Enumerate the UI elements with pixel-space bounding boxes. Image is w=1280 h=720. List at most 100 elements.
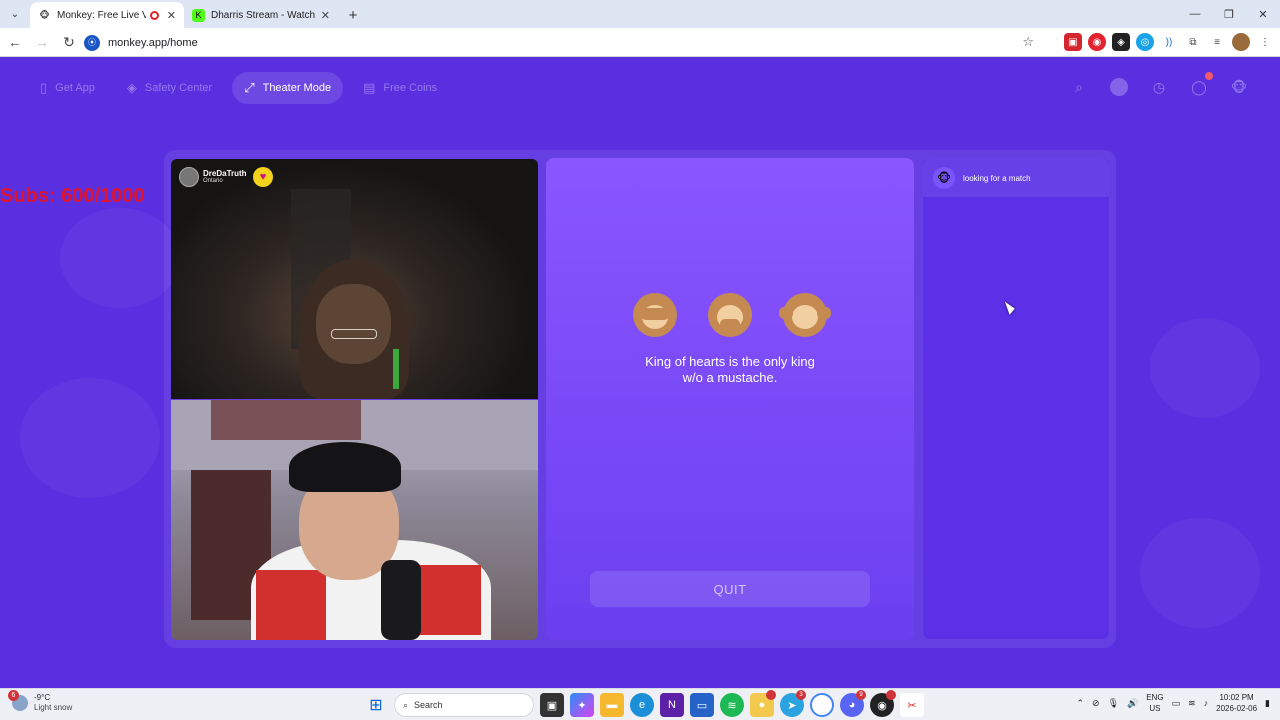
- kick-favicon-icon: K: [192, 8, 205, 22]
- quit-button[interactable]: QUIT: [590, 571, 870, 607]
- discord-icon[interactable]: ◕ 9: [840, 690, 866, 717]
- site-info-icon[interactable]: ⦿: [84, 34, 100, 51]
- taskbar-apps: ⊞ ⌕ Search ▣ ✦ ▬ e N ▭ ≋ ● ➤ 3 ◕ 9 ◉ ✂: [364, 690, 924, 717]
- face-shape: [316, 284, 391, 364]
- tab-dharris-stream[interactable]: K Dharris Stream - Watch Live on ✕: [184, 2, 338, 28]
- obs-icon[interactable]: ◉: [870, 690, 896, 717]
- menu-dots-icon[interactable]: ⋮: [1256, 33, 1274, 51]
- taskbar-search[interactable]: ⌕ Search: [394, 693, 534, 717]
- extensions-bar: ▣ ◉ ◈ ◎ )) ⧉ ≡ ⋮: [1064, 33, 1274, 51]
- shield-icon: ◈: [126, 80, 137, 95]
- task-view-icon[interactable]: ▣: [540, 693, 564, 717]
- close-tab-icon[interactable]: ✕: [167, 9, 176, 22]
- background-blob: [1140, 518, 1260, 628]
- monkey-emojis: [546, 293, 914, 347]
- extension-red-icon[interactable]: ▣: [1064, 33, 1082, 51]
- history-icon[interactable]: ◷: [1148, 76, 1170, 98]
- heart-icon[interactable]: ♥: [253, 167, 273, 187]
- match-status-text: looking for a match: [963, 173, 1031, 183]
- clock[interactable]: 10:02 PM 2026-02-06: [1216, 692, 1257, 714]
- app-yellow-icon[interactable]: ●: [750, 690, 776, 717]
- display-icon[interactable]: ▭: [1172, 698, 1181, 709]
- notification-badge: [886, 690, 896, 700]
- windows-start-icon[interactable]: ⊞: [364, 693, 388, 717]
- lang-line: ENG: [1146, 693, 1164, 702]
- profile-avatar[interactable]: [1232, 33, 1250, 51]
- extension-audio-icon[interactable]: )): [1160, 33, 1178, 51]
- edge-icon[interactable]: e: [630, 693, 654, 717]
- notification-badge: 3: [796, 690, 806, 700]
- new-tab-button[interactable]: +: [342, 4, 364, 26]
- jersey-red-stripe: [256, 570, 326, 640]
- tab-title: Monkey: Free Live Video Ch: [57, 9, 146, 21]
- reload-button[interactable]: ↻: [57, 30, 81, 54]
- top-navigation: ▯ Get App ◈ Safety Center ⤢ Theater Mode…: [28, 72, 449, 104]
- maximize-button[interactable]: ❐: [1212, 0, 1246, 28]
- network-off-icon[interactable]: ⊘: [1092, 698, 1100, 709]
- tab-search-chevron-icon[interactable]: ⌄: [4, 3, 26, 25]
- monkey-avatar-icon: 🐵: [933, 167, 955, 189]
- fun-fact-line: w/o a mustache.: [682, 370, 778, 385]
- speaker-icon[interactable]: 🔊: [1127, 698, 1138, 709]
- remote-video: DreDaTruth Ontario ♥: [171, 159, 538, 399]
- notifications-icon[interactable]: ▮: [1265, 698, 1270, 709]
- bookmark-star-icon[interactable]: ☆: [1022, 34, 1034, 50]
- spotify-icon[interactable]: ≋: [720, 693, 744, 717]
- copilot-icon[interactable]: ✦: [570, 693, 594, 717]
- snow-cloud-icon: 6: [8, 690, 28, 711]
- chat-icon[interactable]: ◯: [1188, 72, 1213, 98]
- back-button[interactable]: ←: [3, 30, 27, 54]
- chrome-icon[interactable]: [810, 693, 834, 717]
- tab-monkey[interactable]: 🐵 Monkey: Free Live Video Ch ✕: [30, 2, 184, 28]
- extension-circle-icon[interactable]: ◉: [1088, 33, 1106, 51]
- user-avatar: [179, 167, 199, 187]
- nav-label: Safety Center: [144, 82, 213, 94]
- windows-taskbar: 6 -9°C Light snow ⊞ ⌕ Search ▣ ✦ ▬ e N ▭…: [0, 688, 1280, 720]
- nav-free-coins[interactable]: ▤ Free Coins: [351, 72, 449, 104]
- media-control-icon[interactable]: ≡: [1208, 33, 1226, 51]
- close-window-button[interactable]: ✕: [1246, 0, 1280, 28]
- local-video: [171, 400, 538, 640]
- lang-line: US: [1149, 704, 1161, 713]
- forward-button[interactable]: →: [30, 30, 54, 54]
- wifi-icon[interactable]: ≋: [1188, 698, 1196, 709]
- nzxt-icon[interactable]: N: [660, 693, 684, 717]
- extensions-puzzle-icon[interactable]: ⧉: [1184, 33, 1202, 51]
- nav-get-app[interactable]: ▯ Get App: [28, 72, 107, 104]
- telegram-icon[interactable]: ➤ 3: [780, 690, 806, 717]
- fun-fact-text: King of hearts is the only king w/o a mu…: [546, 354, 914, 386]
- browser-tabbar: ⌄ 🐵 Monkey: Free Live Video Ch ✕ K Dharr…: [0, 0, 1280, 28]
- hats-shape: [211, 400, 361, 440]
- snipping-tool-icon[interactable]: ✂: [900, 693, 924, 717]
- notification-badge: [766, 690, 776, 700]
- notification-badge: 9: [856, 690, 866, 700]
- language-indicator[interactable]: ENG US: [1146, 692, 1163, 714]
- file-explorer-icon[interactable]: ▬: [600, 693, 624, 717]
- nav-label: Get App: [55, 82, 95, 94]
- search-label: Search: [414, 700, 443, 710]
- address-bar[interactable]: ⦿ monkey.app/home ☆: [80, 31, 1040, 54]
- microphone-icon[interactable]: 🎙: [1108, 698, 1119, 709]
- profile-icon[interactable]: [1108, 76, 1130, 98]
- minimize-button[interactable]: —: [1178, 0, 1212, 28]
- extension-dark-icon[interactable]: ◈: [1112, 33, 1130, 51]
- background-blob: [1150, 318, 1260, 418]
- close-tab-icon[interactable]: ✕: [321, 9, 330, 22]
- tray-chevron-icon[interactable]: ⌃: [1076, 698, 1084, 709]
- search-icon: ⌕: [403, 699, 409, 710]
- extension-blue-icon[interactable]: ◎: [1136, 33, 1154, 51]
- monitor-app-icon[interactable]: ▭: [690, 693, 714, 717]
- prompt-panel: King of hearts is the only king w/o a mu…: [546, 158, 914, 640]
- monkey-avatar-icon[interactable]: 🐵: [1228, 76, 1250, 98]
- phone-icon: ▯: [40, 80, 48, 95]
- subs-overlay: Subs: 600/1000: [0, 185, 145, 207]
- nav-safety-center[interactable]: ◈ Safety Center: [115, 72, 224, 104]
- recording-icon: [149, 10, 159, 20]
- search-icon[interactable]: ⌕: [1068, 76, 1090, 98]
- nav-label: Theater Mode: [262, 82, 332, 94]
- nav-theater-mode[interactable]: ⤢ Theater Mode: [232, 72, 344, 104]
- monkey-favicon-icon: 🐵: [39, 9, 50, 20]
- weather-widget[interactable]: 6 -9°C Light snow: [8, 690, 72, 713]
- volume-icon[interactable]: ♪: [1204, 698, 1209, 708]
- username: DreDaTruth: [203, 169, 247, 178]
